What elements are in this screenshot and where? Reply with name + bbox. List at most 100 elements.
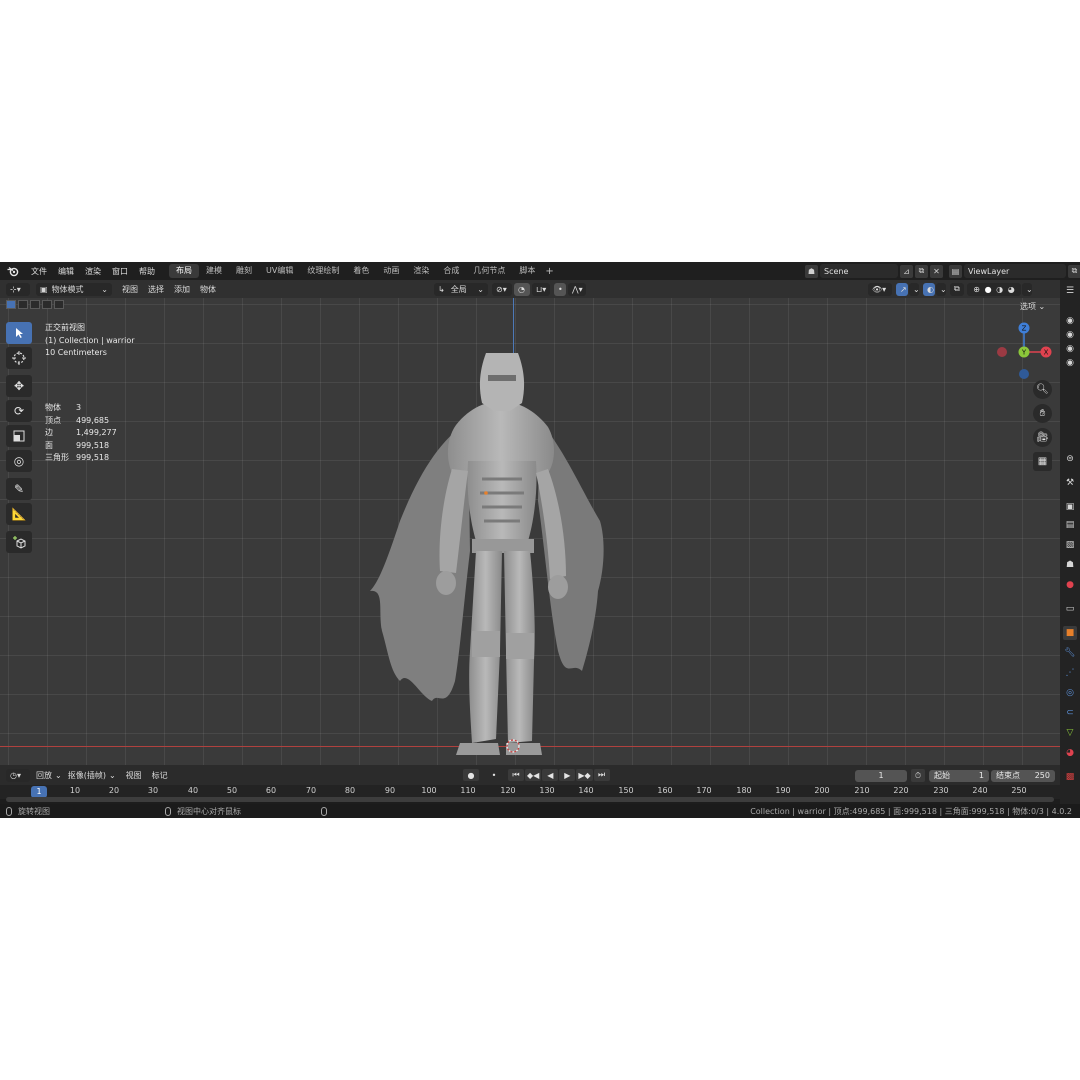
visibility-button[interactable]: 👁▾ [868,282,892,296]
add-cube-icon[interactable] [6,531,32,553]
falloff-button[interactable]: ⋀▾ [568,282,586,296]
gizmo-toggle[interactable]: ↗ [896,282,908,296]
gizmo-dropdown[interactable]: ⌄ [909,282,920,296]
proportional-edit-toggle[interactable]: • [554,282,566,296]
menu-marker[interactable]: 标记 [152,770,168,781]
wireframe-shading-icon[interactable]: ⊕ [973,285,980,294]
solid-shading-icon[interactable]: ● [985,285,992,294]
new-view-layer-icon[interactable]: ⧉ [1068,264,1080,278]
overlay-dropdown[interactable]: ⌄ [936,282,947,296]
record-icon[interactable]: ● [463,769,479,781]
current-frame-field[interactable]: 1 [855,769,907,782]
jump-end-icon[interactable]: ⏭ [593,769,610,781]
prev-keyframe-icon[interactable]: ◆◀ [525,769,542,781]
warrior-model[interactable] [360,351,620,761]
view-layer-prop-icon[interactable]: ◉ [1063,342,1077,356]
menu-object[interactable]: 物体 [200,284,216,295]
tab-modeling[interactable]: 建模 [199,264,229,278]
tool-prop-icon[interactable]: ⚒ [1063,476,1077,490]
grid-toggle-icon[interactable]: ▦ [1033,452,1052,471]
transform-icon[interactable]: ◎ [6,450,32,472]
view-layer-field[interactable]: ViewLayer [964,264,1066,278]
snap-toggle[interactable]: ◔ [514,282,530,296]
view-layer-icon[interactable]: ▤ [949,264,962,278]
tab-texture-paint[interactable]: 纹理绘制 [300,264,346,278]
neg-x-axis-ball[interactable] [997,347,1007,357]
menu-select[interactable]: 选择 [148,284,164,295]
select-difference-icon[interactable] [42,300,52,309]
render-prop-icon[interactable]: ▣ [1063,500,1077,514]
collection-icon[interactable]: ▭ [1063,602,1077,616]
tab-rendering[interactable]: 渲染 [406,264,436,278]
scene-field[interactable]: Scene [820,264,898,278]
annotate-icon[interactable]: ✎ [6,478,32,500]
constraints-icon[interactable]: ⊂ [1063,706,1077,720]
next-keyframe-icon[interactable]: ▶◆ [576,769,593,781]
tab-layout[interactable]: 布局 [169,264,199,278]
material-shading-icon[interactable]: ◑ [996,285,1003,294]
object-mode-select[interactable]: ▣ 物体模式 ⌄ [36,282,112,296]
jump-start-icon[interactable]: ⏮ [508,769,524,781]
timeline-editor-type[interactable]: ◷▾ [6,768,30,782]
select-subtract-icon[interactable] [30,300,40,309]
rotate-icon[interactable]: ⟳ [6,400,32,422]
play-icon[interactable]: ▶ [559,769,576,781]
shading-mode-group[interactable]: ⊕ ● ◑ ◕ [967,282,1021,296]
timeline-scrollbar[interactable] [6,797,1054,802]
menu-add[interactable]: 添加 [174,284,190,295]
tab-scripting[interactable]: 脚本 [512,264,542,278]
start-frame-field[interactable]: 起始 1 [929,769,989,782]
scene-icon[interactable]: ☗ [805,264,818,278]
xray-toggle[interactable]: ⧉ [950,282,964,296]
menu-window[interactable]: 窗口 [112,266,128,277]
play-reverse-icon[interactable]: ◀ [542,769,559,781]
select-box-icon[interactable] [6,322,32,344]
render-icon[interactable]: ◉ [1063,314,1077,328]
new-scene-icon[interactable]: ⧉ [915,264,928,278]
tab-uv-editing[interactable]: UV编辑 [259,264,300,278]
scene-tab-icon[interactable]: ☗ [1063,558,1077,572]
close-scene-icon[interactable]: ✕ [930,264,943,278]
overlay-toggle[interactable]: ◐ [923,282,935,296]
tab-compositing[interactable]: 合成 [436,264,466,278]
tab-shading[interactable]: 着色 [346,264,376,278]
pivot-point-button[interactable]: ⊘▾ [492,282,512,296]
modifier-icon[interactable]: 🔧︎ [1063,646,1077,660]
cursor-icon[interactable] [6,347,32,369]
tab-sculpting[interactable]: 雕刻 [229,264,259,278]
menu-view[interactable]: 视图 [122,284,138,295]
menu-keying[interactable]: 抠像(插帧) [68,770,106,781]
menu-timeline-view[interactable]: 视图 [126,770,142,781]
particles-icon[interactable]: ⋰ [1063,666,1077,680]
camera-icon[interactable]: 🎥︎ [1033,428,1052,447]
zoom-icon[interactable]: 🔍︎ [1033,380,1052,399]
select-intersect-icon[interactable] [54,300,64,309]
output-icon[interactable]: ◉ [1063,328,1077,342]
menu-file[interactable]: 文件 [31,266,47,277]
menu-edit[interactable]: 编辑 [58,266,74,277]
physics-icon[interactable]: ◎ [1063,686,1077,700]
hand-pan-icon[interactable]: ✋︎ [1033,404,1052,423]
editor-type-button[interactable]: ⊹▾ [6,282,30,296]
measure-icon[interactable]: 📐 [6,503,32,525]
navigation-gizmo[interactable]: Z Y X [992,320,1056,384]
blender-logo-icon[interactable] [6,265,20,277]
world-icon[interactable]: ● [1063,578,1077,592]
neg-z-axis-ball[interactable] [1019,369,1029,379]
menu-help[interactable]: 帮助 [139,266,155,277]
select-new-icon[interactable] [6,300,16,309]
data-icon[interactable]: ▽ [1063,726,1077,740]
output-prop-icon[interactable]: ▤ [1063,518,1077,532]
tab-animation[interactable]: 动画 [376,264,406,278]
view-layer-tab-icon[interactable]: ▧ [1063,538,1077,552]
rendered-shading-icon[interactable]: ◕ [1008,285,1015,294]
scene-prop-icon[interactable]: ◉ [1063,356,1077,370]
outliner-icon[interactable]: ☰ [1063,284,1077,298]
add-workspace-button[interactable]: + [545,266,553,277]
object-prop-icon[interactable]: ■ [1063,626,1077,640]
move-icon[interactable]: ✥ [6,375,32,397]
3d-viewport[interactable]: ✥ ⟳ ◎ ✎ 📐 正交前视图 (1) Collection | warrior… [0,298,1060,765]
snap-target-button[interactable]: ⊔▾ [532,282,550,296]
shading-dropdown[interactable]: ⌄ [1022,282,1033,296]
origin-cursor-icon[interactable] [505,738,521,754]
